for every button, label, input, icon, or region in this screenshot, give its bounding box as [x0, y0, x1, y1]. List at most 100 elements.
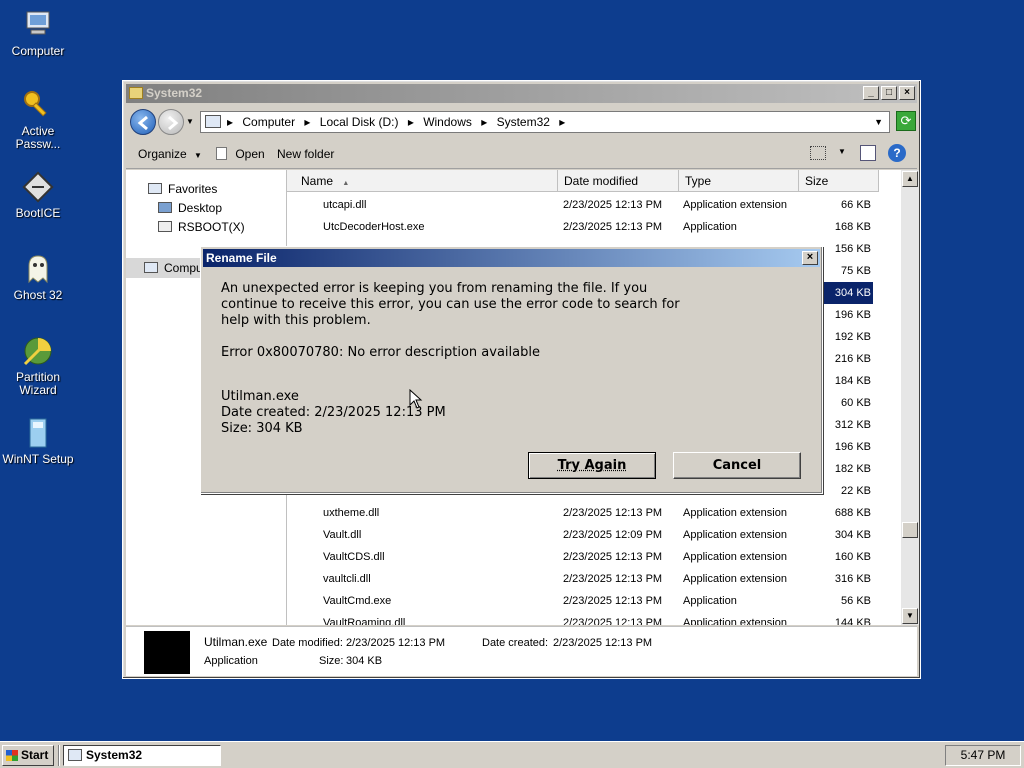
file-size: 304 KB: [823, 282, 873, 304]
nav-rsboot-label: RSBOOT(X): [178, 220, 245, 234]
scroll-up-button[interactable]: ▲: [902, 171, 918, 187]
file-type: Application extension: [683, 573, 787, 585]
desktop-icon-label: Computer: [11, 44, 65, 58]
desktop-icon-computer[interactable]: Computer: [2, 8, 74, 58]
key-icon: [21, 88, 55, 122]
scroll-down-button[interactable]: ▼: [902, 608, 918, 624]
favorites-folder-icon: [148, 183, 162, 194]
try-again-label: Try Again: [557, 458, 627, 473]
file-name: VaultCmd.exe: [323, 595, 392, 607]
address-dropdown-icon[interactable]: ▼: [874, 112, 883, 132]
file-date: 2/23/2025 12:13 PM: [563, 551, 663, 563]
address-box[interactable]: ▸ Computer ▸ Local Disk (D:) ▸ Windows ▸…: [200, 111, 890, 133]
taskbar-item-label: System32: [86, 748, 143, 762]
file-date: 2/23/2025 12:13 PM: [563, 199, 663, 211]
dialog-file-size: Size: 304 KB: [221, 421, 303, 436]
dialog-titlebar[interactable]: Rename File ×: [203, 249, 820, 267]
vertical-scrollbar[interactable]: ▲ ▼: [901, 170, 919, 625]
desktop-icon-ghost[interactable]: Ghost 32: [2, 252, 74, 302]
file-type: Application: [683, 221, 737, 233]
cancel-button[interactable]: Cancel: [673, 452, 801, 479]
try-again-button[interactable]: Try Again: [528, 452, 656, 479]
minimize-button[interactable]: _: [863, 86, 879, 100]
desktop-icon-label: Partition Wizard: [15, 370, 61, 397]
file-date: 2/23/2025 12:13 PM: [563, 507, 663, 519]
help-icon[interactable]: ?: [888, 144, 906, 162]
taskbar: Start System32 5:47 PM: [0, 741, 1024, 768]
file-size: 688 KB: [834, 507, 871, 519]
file-size: 192 KB: [834, 331, 871, 343]
file-row[interactable]: uxtheme.dll 2/23/2025 12:13 PM Applicati…: [287, 502, 887, 524]
desktop-icon-partition-wizard[interactable]: Partition Wizard: [2, 334, 74, 397]
breadcrumb-local-disk[interactable]: Local Disk (D:): [320, 115, 399, 129]
dialog-file-name: Utilman.exe: [221, 389, 299, 404]
dialog-title: Rename File: [206, 251, 277, 265]
desktop-icon-winnt-setup[interactable]: WinNT Setup: [2, 416, 74, 466]
organize-button[interactable]: Organize ▼: [138, 147, 202, 161]
file-type: Application extension: [683, 199, 787, 211]
details-created-value: 2/23/2025 12:13 PM: [553, 637, 653, 649]
address-bar-area: ▼ ▸ Computer ▸ Local Disk (D:) ▸ Windows…: [126, 105, 917, 137]
back-button[interactable]: [130, 109, 156, 135]
close-button[interactable]: ×: [899, 86, 915, 100]
column-name-label: Name: [301, 174, 334, 188]
breadcrumb-arrow-icon: ▸: [481, 115, 488, 129]
column-header-size[interactable]: Size: [799, 170, 879, 192]
column-header-type[interactable]: Type: [679, 170, 799, 192]
nav-favorites[interactable]: Favorites: [148, 182, 217, 196]
file-row[interactable]: UtcDecoderHost.exe 2/23/2025 12:13 PM Ap…: [287, 216, 887, 238]
new-folder-button[interactable]: New folder: [277, 147, 334, 161]
scroll-thumb[interactable]: [902, 522, 918, 538]
file-row[interactable]: utcapi.dll 2/23/2025 12:13 PM Applicatio…: [287, 194, 887, 216]
start-button[interactable]: Start: [2, 745, 54, 766]
file-row[interactable]: VaultCmd.exe 2/23/2025 12:13 PM Applicat…: [287, 590, 887, 612]
setup-icon: [21, 416, 55, 450]
maximize-button[interactable]: □: [881, 86, 897, 100]
views-icon[interactable]: [810, 146, 826, 160]
history-dropdown-icon[interactable]: ▼: [186, 117, 194, 126]
details-modified-value: 2/23/2025 12:13 PM: [346, 637, 446, 649]
file-type: Application extension: [683, 617, 787, 625]
nav-rsboot[interactable]: RSBOOT(X): [158, 220, 245, 234]
file-row[interactable]: Vault.dll 2/23/2025 12:09 PM Application…: [287, 524, 887, 546]
file-size: 216 KB: [834, 353, 871, 365]
file-type: Application extension: [683, 529, 787, 541]
preview-pane-icon[interactable]: [860, 145, 876, 161]
breadcrumb-arrow-icon: ▸: [227, 115, 234, 129]
system-tray-clock[interactable]: 5:47 PM: [945, 745, 1021, 766]
breadcrumb-windows[interactable]: Windows: [423, 115, 472, 129]
open-button[interactable]: Open: [216, 147, 265, 161]
file-size: 182 KB: [834, 463, 871, 475]
file-name: vaultcli.dll: [323, 573, 371, 585]
file-row[interactable]: VaultRoaming.dll 2/23/2025 12:13 PM Appl…: [287, 612, 887, 625]
breadcrumb-system32[interactable]: System32: [497, 115, 550, 129]
refresh-button[interactable]: ⟳: [896, 111, 916, 131]
file-size: 60 KB: [841, 397, 871, 409]
details-type: Application: [204, 655, 258, 667]
folder-icon: [68, 749, 82, 761]
file-row[interactable]: vaultcli.dll 2/23/2025 12:13 PM Applicat…: [287, 568, 887, 590]
column-header-date[interactable]: Date modified: [558, 170, 679, 192]
file-row[interactable]: VaultCDS.dll 2/23/2025 12:13 PM Applicat…: [287, 546, 887, 568]
desktop-icon-active-password[interactable]: Active Passw...: [2, 88, 74, 151]
forward-button[interactable]: [158, 109, 184, 135]
nav-desktop-label: Desktop: [178, 201, 223, 215]
partition-icon: [21, 334, 55, 368]
file-size: 66 KB: [841, 199, 871, 211]
window-titlebar[interactable]: System32 _ □ ×: [126, 84, 917, 103]
taskbar-item-system32[interactable]: System32: [63, 745, 221, 766]
desktop-icon-label: BootICE: [15, 206, 61, 220]
dialog-close-button[interactable]: ×: [802, 251, 818, 265]
refresh-icon: ⟳: [900, 113, 912, 128]
column-header-name[interactable]: Name ▲: [287, 170, 558, 192]
desktop-icon-bootice[interactable]: BootICE: [2, 170, 74, 220]
file-name: VaultCDS.dll: [323, 551, 385, 563]
views-dropdown-icon[interactable]: ▼: [838, 147, 846, 156]
windows-logo-icon: [6, 750, 18, 761]
nav-desktop[interactable]: Desktop: [158, 201, 222, 215]
nav-favorites-label: Favorites: [168, 182, 218, 196]
file-size: 75 KB: [841, 265, 871, 277]
breadcrumb-computer[interactable]: Computer: [242, 115, 295, 129]
breadcrumb-arrow-icon: ▸: [304, 115, 311, 129]
command-bar: Organize ▼ Open New folder ▼ ?: [126, 139, 917, 169]
